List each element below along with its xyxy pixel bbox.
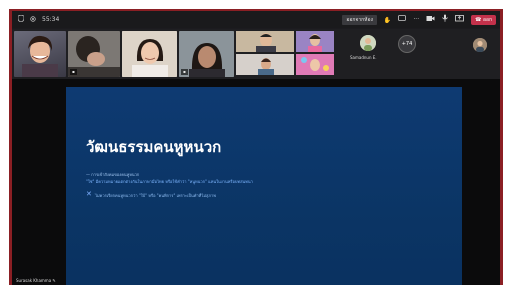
leave-label: ออก <box>482 17 492 23</box>
share-screen-icon[interactable] <box>455 14 465 26</box>
cross-icon: ✕ <box>86 190 92 198</box>
participant-video <box>236 31 294 52</box>
participant-strip: ▪ ▪ Samadnun E. +74 <box>12 29 500 79</box>
participant-video <box>236 54 294 75</box>
window-frame: 55:34 ออกจากห้อง ✋ ··· ☎ ออก ▪ ▪ Samadnu… <box>9 9 503 285</box>
meeting-window: 55:34 ออกจากห้อง ✋ ··· ☎ ออก ▪ ▪ Samadnu… <box>12 11 500 285</box>
participant-name: Samadnun E. <box>350 55 377 60</box>
video-tile[interactable]: ▪ <box>236 54 294 75</box>
self-avatar[interactable] <box>473 38 487 52</box>
record-status-button[interactable]: ออกจากห้อง <box>342 15 377 25</box>
video-tile[interactable] <box>14 31 66 77</box>
slide-title: วัฒนธรรมคนหูหนวก <box>86 139 222 156</box>
mic-muted-icon: ▪ <box>70 69 77 75</box>
camera-icon[interactable] <box>426 15 435 26</box>
meeting-timer: 55:34 <box>42 15 60 23</box>
mic-muted-icon: ▪ <box>181 69 188 75</box>
participant-video <box>122 31 177 77</box>
record-dot-icon <box>30 15 36 24</box>
meeting-toolbar: 55:34 ออกจากห้อง ✋ ··· ☎ ออก <box>12 11 500 28</box>
participant-avatar[interactable] <box>360 35 376 51</box>
avatar-image <box>473 38 487 52</box>
avatar-image <box>360 35 376 51</box>
slide-bullet-1: "ใช่" มีความหมายแตกต่างกันในภาษามือไทย ห… <box>86 179 253 184</box>
participant-video <box>22 35 58 77</box>
video-tile[interactable] <box>296 54 334 75</box>
microphone-icon[interactable] <box>442 14 448 26</box>
shield-icon <box>17 14 25 24</box>
shared-screen: วัฒนธรรมคนหูหนวก — การเข้าสังคมของคนหูหน… <box>12 79 500 285</box>
leave-button[interactable]: ☎ ออก <box>471 15 496 25</box>
more-participants-button[interactable]: +74 <box>398 35 416 53</box>
raise-hand-icon[interactable]: ✋ <box>384 17 391 24</box>
presentation-slide: วัฒนธรรมคนหูหนวก — การเข้าสังคมของคนหูหน… <box>66 87 462 285</box>
more-options-button[interactable]: ··· <box>413 15 419 25</box>
video-tile[interactable] <box>236 31 294 52</box>
chat-icon[interactable] <box>398 14 407 26</box>
slide-subtitle: — การเข้าสังคมของคนหูหนวก <box>86 172 140 177</box>
video-tile[interactable]: ▪ <box>179 31 234 77</box>
slide-bullet-2: ไม่ควรเรียกคนหูหนวกว่า "ใบ้" หรือ "คนพิก… <box>95 193 216 198</box>
video-tile[interactable]: ▪ <box>68 31 120 77</box>
video-tile[interactable] <box>296 31 334 52</box>
presenter-name: Surasak Khamma ✎ <box>16 278 56 283</box>
phone-icon: ☎ <box>475 17 482 23</box>
video-tile[interactable] <box>122 31 177 77</box>
participant-video <box>296 31 334 52</box>
participant-video <box>296 54 334 75</box>
